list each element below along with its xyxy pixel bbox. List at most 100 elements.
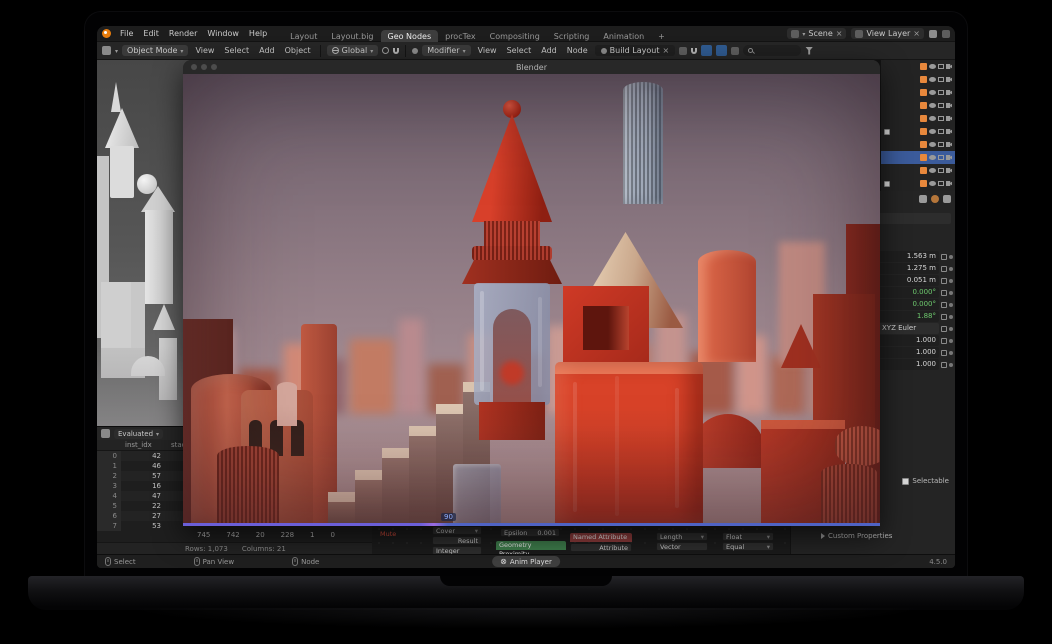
options-icon[interactable] xyxy=(731,47,739,55)
animate-dot-icon[interactable] xyxy=(949,291,953,295)
camera-icon[interactable] xyxy=(946,129,952,134)
lock-icon[interactable] xyxy=(941,290,947,296)
outliner-row[interactable] xyxy=(881,73,955,86)
minimize-icon[interactable] xyxy=(201,64,207,70)
scale-value[interactable]: 1.000 xyxy=(879,347,939,358)
camera-icon[interactable] xyxy=(946,77,952,82)
screen-icon[interactable] xyxy=(938,168,944,173)
animate-dot-icon[interactable] xyxy=(949,339,953,343)
node-compare[interactable]: Float Equal xyxy=(722,532,774,552)
new-layer-icon[interactable] xyxy=(929,30,937,38)
eye-icon[interactable] xyxy=(929,77,936,82)
workspace-tab[interactable]: Scripting xyxy=(547,30,597,42)
screen-icon[interactable] xyxy=(938,103,944,108)
snap-magnet-icon[interactable] xyxy=(393,48,399,54)
node-length[interactable]: Length Vector xyxy=(656,532,708,552)
node-editor-type-icon[interactable] xyxy=(412,48,418,54)
lock-icon[interactable] xyxy=(941,302,947,308)
eye-icon[interactable] xyxy=(929,90,936,95)
float-dropdown[interactable]: Float xyxy=(722,532,774,541)
checkbox-icon[interactable] xyxy=(884,129,890,135)
selectable-toggle[interactable]: Selectable xyxy=(902,477,949,485)
search-input[interactable] xyxy=(743,45,801,56)
node-editor-menu[interactable]: Select xyxy=(504,46,535,55)
camera-icon[interactable] xyxy=(946,181,952,186)
camera-icon[interactable] xyxy=(946,90,952,95)
location-value[interactable]: 1.275 m xyxy=(879,263,939,274)
outliner-row[interactable] xyxy=(881,164,955,177)
lock-icon[interactable] xyxy=(941,350,947,356)
anim-player-status[interactable]: Anim Player xyxy=(492,556,560,567)
camera-icon[interactable] xyxy=(946,155,952,160)
checkbox-icon[interactable] xyxy=(884,181,890,187)
scale-value[interactable]: 1.000 xyxy=(879,335,939,346)
gizmo-toggle-icon[interactable] xyxy=(716,45,727,56)
rotation-value[interactable]: 1.88° xyxy=(879,311,939,322)
outliner-row[interactable] xyxy=(881,177,955,190)
node-cover[interactable]: Cover Result Integer xyxy=(432,526,482,556)
eye-icon[interactable] xyxy=(929,129,936,134)
eye-icon[interactable] xyxy=(929,64,936,69)
animate-dot-icon[interactable] xyxy=(949,351,953,355)
object-tab-icon[interactable] xyxy=(931,195,939,203)
clear-icon[interactable] xyxy=(662,46,669,55)
pin-icon[interactable] xyxy=(679,47,687,55)
menubar-menu[interactable]: Help xyxy=(245,29,271,38)
playhead-bar[interactable] xyxy=(183,523,880,526)
cover-dropdown[interactable]: Cover xyxy=(432,526,482,535)
screen-icon[interactable] xyxy=(938,181,944,186)
viewport-menu[interactable]: View xyxy=(192,46,217,55)
screen-icon[interactable] xyxy=(938,116,944,121)
snap-magnet-icon[interactable] xyxy=(691,48,697,54)
epsilon-value[interactable]: 0.001 xyxy=(537,529,556,536)
geometry-proximity-header[interactable]: Geometry Proximity xyxy=(496,541,566,550)
scene-selector[interactable]: Scene xyxy=(787,28,846,39)
outliner-row[interactable] xyxy=(881,86,955,99)
workspace-tab[interactable]: Animation xyxy=(596,30,651,42)
menubar-menu[interactable]: File xyxy=(116,29,137,38)
length-dropdown[interactable]: Length xyxy=(656,532,708,541)
node-mode-selector[interactable]: Modifier xyxy=(422,45,470,56)
screen-icon[interactable] xyxy=(938,129,944,134)
blender-logo-icon[interactable] xyxy=(102,29,111,38)
overlays-toggle-icon[interactable] xyxy=(701,45,712,56)
screen-icon[interactable] xyxy=(938,90,944,95)
node-editor-menu[interactable]: View xyxy=(475,46,500,55)
workspace-tab[interactable]: Compositing xyxy=(483,30,547,42)
camera-icon[interactable] xyxy=(946,103,952,108)
rotation-value[interactable]: 0.000° xyxy=(879,287,939,298)
tool-tab-icon[interactable] xyxy=(919,195,927,203)
unlink-icon[interactable] xyxy=(836,29,843,38)
workspace-tab[interactable]: Layout.big xyxy=(324,30,380,42)
viewport-menu[interactable]: Select xyxy=(221,46,252,55)
lock-icon[interactable] xyxy=(941,338,947,344)
location-value[interactable]: 1.563 m xyxy=(879,251,939,262)
rotation-value[interactable]: 0.000° xyxy=(879,299,939,310)
animate-dot-icon[interactable] xyxy=(949,255,953,259)
workspace-tab[interactable]: + xyxy=(651,30,672,42)
render-window-titlebar[interactable]: Blender xyxy=(183,60,880,74)
lock-icon[interactable] xyxy=(941,254,947,260)
node-tree-selector[interactable]: Build Layout xyxy=(595,45,676,56)
proportional-editing-icon[interactable] xyxy=(382,47,389,54)
node-epsilon[interactable]: Epsilon 0.001 xyxy=(500,528,560,538)
eye-icon[interactable] xyxy=(929,181,936,186)
modifier-tab-icon[interactable] xyxy=(943,195,951,203)
outliner-row[interactable] xyxy=(881,99,955,112)
camera-icon[interactable] xyxy=(946,116,952,121)
object-name-dropdown[interactable] xyxy=(879,213,951,224)
outliner-row[interactable] xyxy=(881,112,955,125)
mode-selector[interactable]: Object Mode xyxy=(122,45,188,56)
animate-dot-icon[interactable] xyxy=(949,315,953,319)
viewport-menu[interactable]: Object xyxy=(282,46,314,55)
node-muted[interactable]: Mute xyxy=(380,530,396,538)
menubar-menu[interactable]: Window xyxy=(203,29,243,38)
close-icon[interactable] xyxy=(191,64,197,70)
eye-icon[interactable] xyxy=(929,116,936,121)
eye-icon[interactable] xyxy=(929,142,936,147)
stop-icon[interactable] xyxy=(500,557,507,566)
workspace-tab[interactable]: procTex xyxy=(438,30,483,42)
animate-dot-icon[interactable] xyxy=(949,363,953,367)
camera-icon[interactable] xyxy=(946,142,952,147)
menubar-menu[interactable]: Edit xyxy=(139,29,163,38)
